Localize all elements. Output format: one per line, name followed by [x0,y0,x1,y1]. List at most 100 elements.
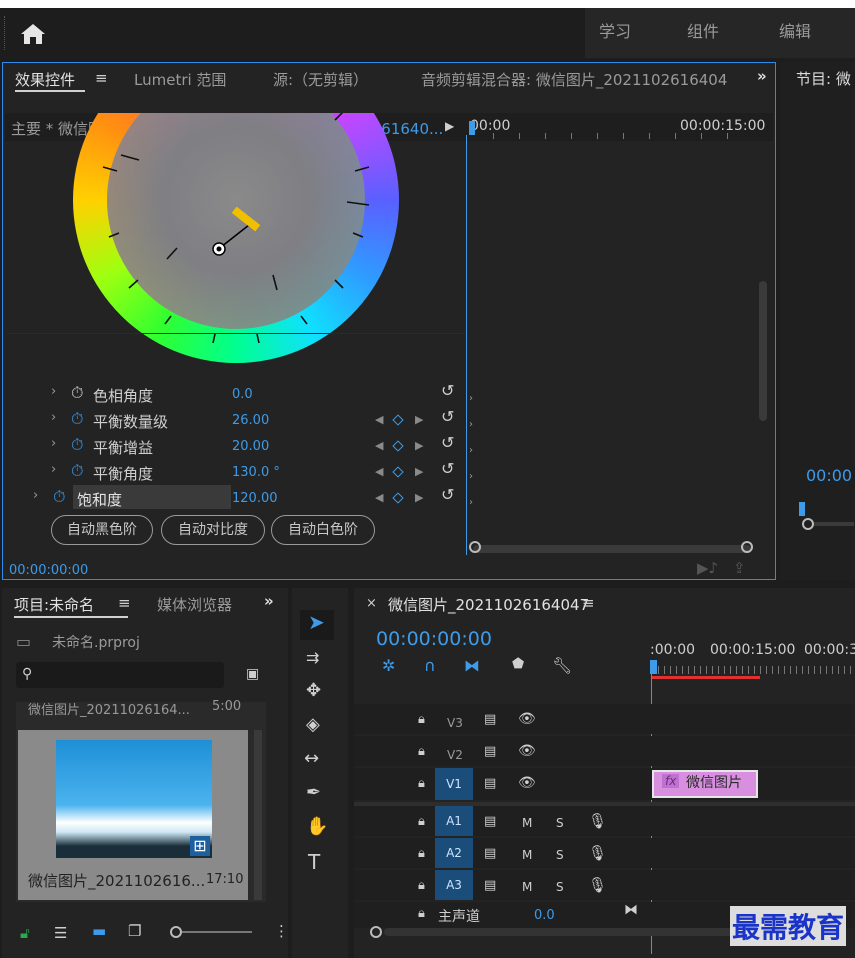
timeline-playhead[interactable] [650,660,657,674]
pen-tool-icon[interactable]: ✒ [306,782,321,803]
lock-icon[interactable]: 🔒︎ [418,744,425,759]
reset-icon[interactable]: ↺ [441,407,454,426]
auto-white-button[interactable]: 自动白色阶 [271,515,375,545]
prev-keyframe-icon[interactable]: ◀ [375,465,383,478]
sync-lock-icon[interactable]: ▤ [484,846,496,861]
next-keyframe-icon[interactable]: ▶ [415,413,423,426]
timeline-title[interactable]: 微信图片_20211026164047 [388,594,589,615]
stopwatch-icon[interactable]: ⏱ [71,383,83,403]
reset-icon[interactable]: ↺ [441,485,454,504]
auto-black-button[interactable]: 自动黑色阶 [51,515,153,545]
bin-scrollbar[interactable] [254,730,262,900]
audio-icon[interactable]: ▶♪ [697,559,718,577]
next-keyframe-icon[interactable]: ▶ [415,465,423,478]
scroll-handle-right[interactable] [741,541,753,553]
tab-source[interactable]: 源:（无剪辑） [273,69,368,90]
track-v2-label[interactable]: V2 [447,748,463,762]
razor-tool-icon[interactable]: ◈ [306,714,320,735]
reset-icon[interactable]: ↺ [441,433,454,452]
panel-menu-icon[interactable]: ≡ [95,69,108,87]
lock-icon[interactable]: 🔒︎ [418,814,425,829]
mute-button[interactable]: M [522,816,532,830]
mute-button[interactable]: M [522,848,532,862]
auto-contrast-button[interactable]: 自动对比度 [161,515,265,545]
nest-icon[interactable]: ✲ [382,656,395,675]
expand-icon[interactable]: › [33,488,38,503]
add-marker-icon[interactable]: ⬟ [512,656,524,672]
stopwatch-icon[interactable]: ⏱ [71,409,83,429]
sync-lock-icon[interactable]: ▤ [484,712,496,727]
next-keyframe-icon[interactable]: ▶ [415,439,423,452]
track-select-tool-icon[interactable]: ⇉ [306,648,319,667]
prev-keyframe-icon[interactable]: ◀ [375,413,383,426]
solo-button[interactable]: S [556,816,564,830]
tab-audio-clip-mixer[interactable]: 音频剪辑混合器: 微信图片_2021102616404 [421,69,729,90]
new-bin-icon[interactable]: ▣ [246,666,259,682]
param-saturation-value[interactable]: 120.00 [232,491,278,506]
track-a1-label[interactable]: A1 [435,806,473,836]
playhead[interactable] [469,121,475,135]
tab-media-browser[interactable]: 媒体浏览器 [157,594,237,615]
microphone-icon[interactable]: 🎙︎ [588,844,607,862]
sync-lock-icon[interactable]: ▤ [484,744,496,759]
track-a3-label[interactable]: A3 [435,870,473,900]
expand-icon[interactable]: › [51,384,56,399]
eye-icon[interactable]: 👁︎ [518,743,536,759]
stopwatch-icon[interactable]: ⏱ [53,487,65,507]
timeline-timecode[interactable]: 00:00:00:00 [376,628,492,650]
microphone-icon[interactable]: 🎙︎ [588,876,607,894]
scroll-handle-left[interactable] [469,541,481,553]
keyframe-icon[interactable] [392,440,404,452]
eye-icon[interactable]: 👁︎ [518,711,536,727]
microphone-icon[interactable]: 🎙︎ [588,812,607,830]
lock-icon[interactable]: 🔒︎ [418,878,425,893]
track-a2-label[interactable]: A2 [435,838,473,868]
sync-lock-icon[interactable]: ▤ [484,878,496,893]
lock-icon[interactable]: 🔒︎ [418,846,425,861]
keyframe-icon[interactable] [392,492,404,504]
keyframe-icon[interactable] [392,466,404,478]
panel-menu-icon[interactable]: ≡ [118,594,131,612]
search-input[interactable] [16,662,224,688]
timeline-zoom-handle[interactable] [370,926,382,938]
eye-icon[interactable]: 👁︎ [518,775,536,791]
lock-icon[interactable]: 🔓︎ [20,924,30,942]
mute-button[interactable]: M [522,880,532,894]
expand-icon[interactable]: › [51,436,56,451]
export-icon[interactable]: ⇪ [733,559,746,577]
prev-keyframe-icon[interactable]: ◀ [375,491,383,504]
snap-icon[interactable]: ∩ [424,656,436,675]
tab-lumetri-scopes[interactable]: Lumetri 范围 [134,69,226,90]
workspace-editing[interactable]: 编辑 [765,8,825,58]
clip-item-name[interactable]: 微信图片_20211026164... [28,699,190,718]
hand-tool-icon[interactable]: ✋ [306,816,328,837]
lock-icon[interactable]: 🔒︎ [418,906,425,921]
effects-timecode[interactable]: 00:00:00:00 [9,563,88,578]
icon-view-icon[interactable]: ▬ [92,922,106,940]
solo-button[interactable]: S [556,848,564,862]
stopwatch-icon[interactable]: ⏱ [71,461,83,481]
program-scrollbar[interactable] [814,522,854,526]
lock-icon[interactable]: 🔒︎ [418,712,425,727]
panel-menu-icon[interactable]: ≡ [582,594,595,612]
param-balance-gain-value[interactable]: 20.00 [232,439,269,454]
slip-tool-icon[interactable]: ↔ [304,748,319,769]
selection-tool-icon[interactable]: ➤ [308,610,325,634]
param-balance-angle-value[interactable]: 130.0 ° [232,465,280,480]
more-icon[interactable]: ⋮ [274,922,289,940]
timeline-scrollbar[interactable] [384,928,734,936]
tab-effect-controls[interactable]: 效果控件 [15,69,75,90]
tab-project[interactable]: 项目:未命名 [14,594,94,615]
expand-icon[interactable]: › [51,410,56,425]
workspace-learn[interactable]: 学习 [585,8,645,58]
type-tool-icon[interactable]: T [308,850,320,874]
home-button[interactable] [8,14,58,54]
lock-icon[interactable]: 🔒︎ [418,776,425,791]
list-view-icon[interactable]: ☰ [54,924,67,942]
track-v3-label[interactable]: V3 [447,716,463,730]
sync-lock-icon[interactable]: ▤ [484,814,496,829]
workspace-assembly[interactable]: 组件 [673,8,733,58]
horizontal-scrollbar[interactable] [473,545,751,553]
expand-icon[interactable]: › [51,462,56,477]
go-to-in-out-icon[interactable]: ⧓ [624,902,638,918]
